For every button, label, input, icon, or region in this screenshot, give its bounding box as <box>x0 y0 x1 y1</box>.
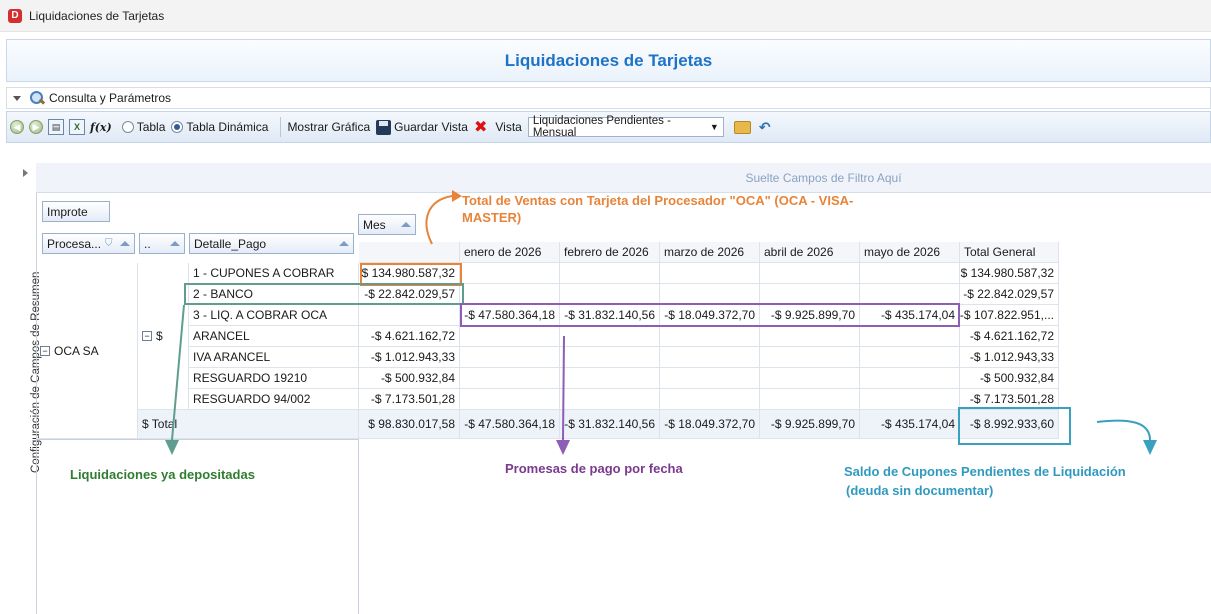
note-liquidaciones: Liquidaciones ya depositadas <box>70 467 255 482</box>
note-saldo: Saldo de Cupones Pendientes de Liquidaci… <box>844 464 1126 479</box>
note-saldo-sub: (deuda sin documentar) <box>846 483 994 498</box>
note-promesas: Promesas de pago por fecha <box>505 461 683 476</box>
annotation-arrows <box>165 190 1157 455</box>
note-total-ventas: Total de Ventas con Tarjeta del Procesad… <box>462 193 854 225</box>
